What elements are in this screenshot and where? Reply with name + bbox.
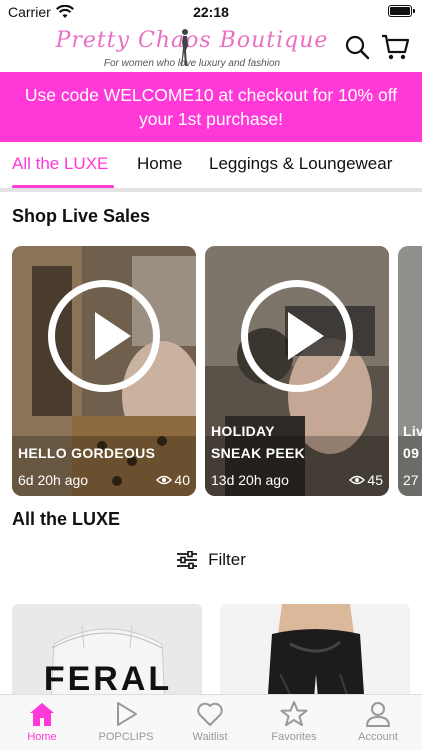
battery-icon: [388, 5, 415, 17]
tab-all-the-luxe[interactable]: All the LUXE: [12, 154, 108, 174]
star-icon: [280, 701, 308, 727]
live-sale-title: Liv 09: [403, 423, 422, 461]
logo-tagline: For women who love luxury and fashion: [103, 58, 281, 69]
collection-title: All the LUXE: [12, 509, 121, 529]
tabbar-popclips[interactable]: POPCLIPS: [84, 701, 168, 743]
live-sale-card[interactable]: Liv 09 27: [398, 246, 422, 496]
eye-icon: [349, 475, 366, 485]
live-sale-views: 45: [367, 472, 383, 488]
status-time: 22:18: [193, 4, 229, 20]
live-sale-age: 6d 20h ago: [18, 472, 89, 488]
app-header: Pretty Chaos Boutique For women who love…: [0, 24, 422, 72]
filter-label: Filter: [208, 550, 246, 569]
search-icon[interactable]: [344, 34, 370, 60]
play-button[interactable]: [241, 280, 353, 392]
tabbar-home[interactable]: Home: [0, 701, 84, 743]
tabbar-favorites[interactable]: Favorites: [252, 701, 336, 743]
live-sale-meta: 27: [403, 472, 419, 488]
live-sale-title: HOLIDAY SNEAK PEEK: [211, 423, 306, 461]
tabbar-waitlist[interactable]: Waitlist: [168, 701, 252, 743]
eye-icon: [156, 475, 173, 485]
live-sale-age: 13d 20h ago: [211, 472, 289, 488]
status-bar: Carrier 22:18: [0, 0, 422, 24]
live-sale-views: 40: [174, 472, 190, 488]
logo-text: Pretty Chaos Boutique: [55, 28, 329, 53]
tabbar-account[interactable]: Account: [336, 701, 420, 743]
active-tab-indicator: [12, 185, 114, 188]
bottom-tab-bar: Home POPCLIPS Waitlist Favorites Account: [0, 694, 422, 750]
brand-logo[interactable]: Pretty Chaos Boutique For women who love…: [50, 28, 334, 70]
live-sale-age: 27: [403, 472, 419, 488]
product-cap-text: FERAL: [44, 660, 172, 698]
home-icon: [30, 703, 54, 726]
filter-button[interactable]: Filter: [176, 550, 246, 570]
live-sale-card[interactable]: HOLIDAY SNEAK PEEK 13d 20h ago 45: [205, 246, 389, 496]
heart-icon: [197, 702, 223, 726]
cart-icon[interactable]: [380, 32, 410, 62]
play-icon: [288, 312, 324, 360]
filter-row: Filter: [0, 550, 422, 574]
tab-home[interactable]: Home: [137, 154, 182, 174]
live-sales-title: Shop Live Sales: [12, 206, 151, 226]
person-icon: [366, 702, 390, 727]
promo-banner[interactable]: Use code WELCOME10 at checkout for 10% o…: [0, 72, 422, 142]
play-button[interactable]: [48, 280, 160, 392]
play-outline-icon: [117, 702, 137, 726]
sliders-icon: [177, 551, 198, 569]
live-sale-meta: 13d 20h ago 45: [211, 472, 383, 488]
live-sale-title: HELLO GORDEOUS: [18, 445, 156, 461]
tab-leggings-loungewear[interactable]: Leggings & Loungewear: [209, 154, 392, 174]
live-sale-card[interactable]: HELLO GORDEOUS 6d 20h ago 40: [12, 246, 196, 496]
category-tabs: All the LUXE Home Leggings & Loungewear: [0, 142, 422, 192]
live-sale-meta: 6d 20h ago 40: [18, 472, 190, 488]
promo-text: Use code WELCOME10 at checkout for 10% o…: [24, 85, 398, 129]
play-icon: [95, 312, 131, 360]
